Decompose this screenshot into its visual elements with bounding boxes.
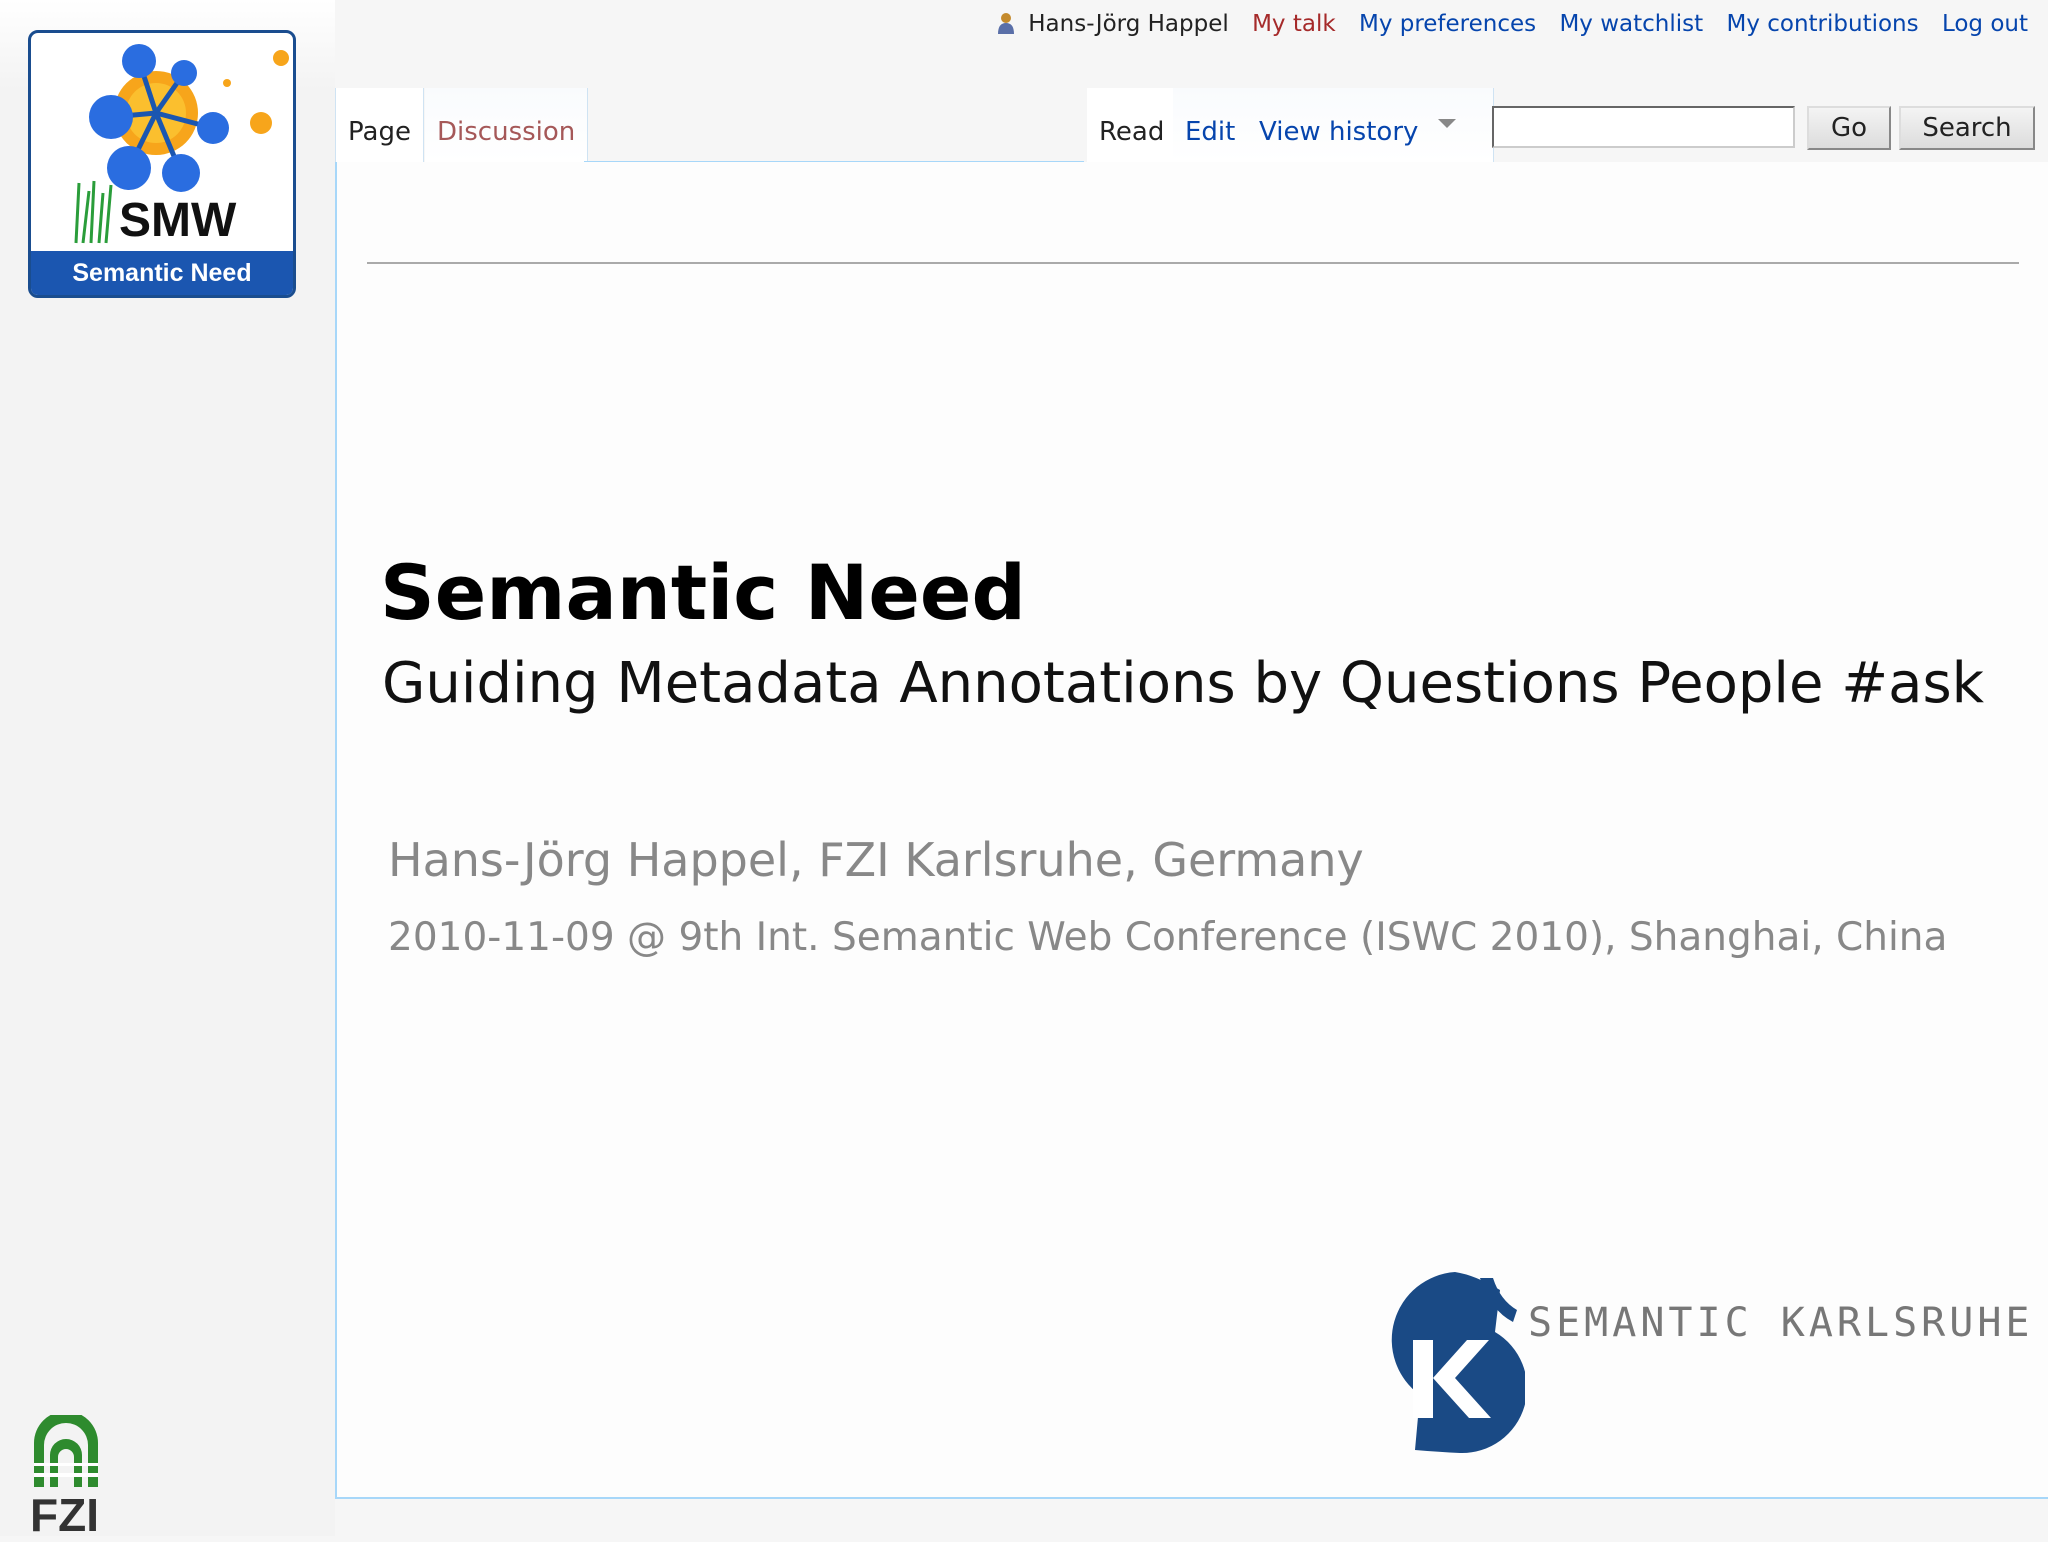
tab-view-history[interactable]: View history [1247, 88, 1432, 162]
my-talk-link[interactable]: My talk [1252, 11, 1336, 37]
tab-edit[interactable]: Edit [1173, 88, 1249, 162]
logo-mark-text: SMW [119, 194, 237, 247]
tabs-divider [584, 161, 1084, 162]
site-logo[interactable]: SMW Semantic Need [28, 30, 296, 298]
slide-title: Semantic Need [380, 548, 1026, 637]
user-icon [997, 13, 1014, 34]
my-preferences-link[interactable]: My preferences [1359, 11, 1536, 37]
semantic-karlsruhe-text: SEMANTIC KARLSRUHE [1528, 1300, 2034, 1346]
heading-divider [367, 262, 2019, 264]
more-actions-menu[interactable] [1425, 88, 1494, 162]
search-button[interactable]: Search [1899, 106, 2035, 150]
tab-read[interactable]: Read [1087, 88, 1178, 162]
content-area [335, 162, 2048, 1499]
sidebar: SMW Semantic Need FZI [0, 0, 335, 1541]
fzi-logo-icon [34, 1415, 98, 1487]
logo-banner: Semantic Need [31, 251, 293, 295]
fzi-logo-text: FZI [30, 1489, 99, 1541]
log-out-link[interactable]: Log out [1942, 11, 2028, 37]
slide-subtitle: Guiding Metadata Annotations by Question… [382, 651, 1985, 716]
go-button[interactable]: Go [1807, 106, 1891, 150]
slide-author: Hans-Jörg Happel, FZI Karlsruhe, Germany [388, 833, 1364, 887]
my-contributions-link[interactable]: My contributions [1726, 11, 1918, 37]
tab-page[interactable]: Page [335, 88, 424, 162]
personal-tools: Hans-Jörg Happel My talk My preferences … [997, 6, 2028, 42]
my-watchlist-link[interactable]: My watchlist [1559, 11, 1703, 37]
search-input[interactable] [1492, 106, 1795, 148]
semantic-karlsruhe-logo-icon [1391, 1272, 1525, 1454]
slide-event: 2010-11-09 @ 9th Int. Semantic Web Confe… [388, 915, 1948, 960]
user-name-link[interactable]: Hans-Jörg Happel [1028, 11, 1228, 37]
chevron-down-icon [1438, 119, 1456, 128]
tab-discussion[interactable]: Discussion [425, 88, 589, 162]
